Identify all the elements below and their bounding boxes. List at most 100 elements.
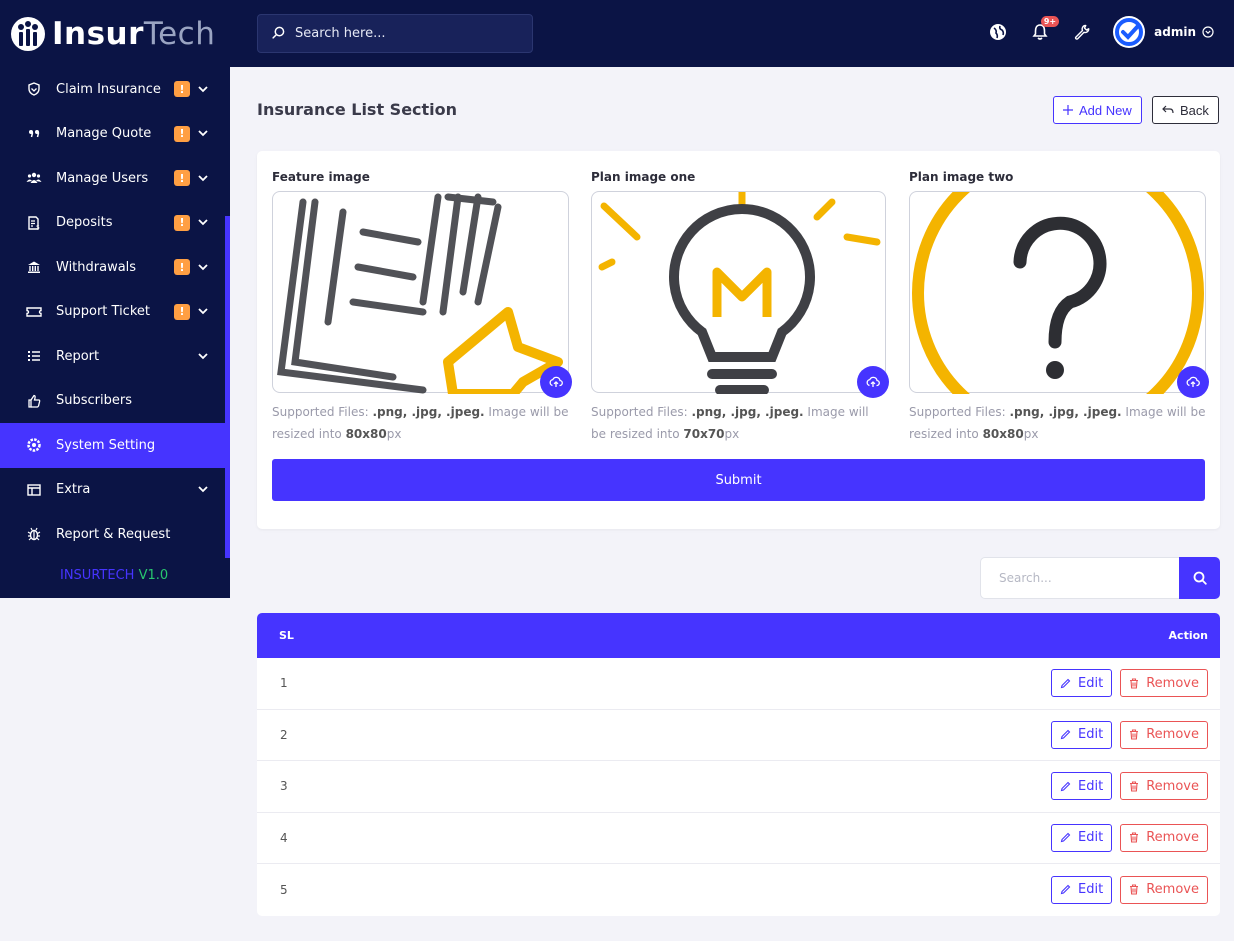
sidebar-item-withdrawals[interactable]: Withdrawals! [0,245,230,290]
cloud-upload-icon [1186,376,1200,387]
warning-badge: ! [174,170,190,187]
sidebar-item-manage-quote[interactable]: Manage Quote! [0,112,230,157]
chevron-down-icon[interactable] [1202,26,1214,38]
sidebar-item-label: Support Ticket [56,304,150,320]
row-sl: 3 [280,779,288,794]
sidebar-item-label: System Setting [56,437,156,453]
pencil-icon [1060,678,1071,689]
sidebar-item-manage-users[interactable]: Manage Users! [0,156,230,201]
sidebar-item-report-request[interactable]: Report & Request [0,512,230,557]
row-sl: 1 [280,676,288,691]
table-row: 3 Edit Remove [257,761,1220,813]
edit-button[interactable]: Edit [1051,875,1113,904]
edit-label: Edit [1078,830,1104,846]
topbar-actions: 9+ admin [967,14,1214,50]
avatar[interactable] [1113,16,1146,48]
globe-icon[interactable] [987,21,1009,43]
plan-image-two-upload: Plan image two Supported Files: .png, .j… [909,170,1209,445]
plan-image-one-upload: Plan image one Supported Files: .png, .j… [591,170,889,445]
brand-name: InsurTech [52,15,216,52]
trash-icon [1129,832,1139,843]
edit-button[interactable]: Edit [1051,772,1113,801]
chevron-down-icon [198,84,208,94]
page-title: Insurance List Section [257,100,458,119]
upload-cloud-button[interactable] [857,366,889,398]
image-preview[interactable] [909,191,1209,398]
sidebar: InsurTech Claim Insurance! Manage Quote! M… [0,0,230,598]
image-preview[interactable] [591,191,889,398]
edit-label: Edit [1078,778,1104,794]
wrench-icon[interactable] [1071,21,1093,43]
remove-label: Remove [1146,675,1199,691]
image-preview[interactable] [272,191,572,398]
shield-icon [26,81,42,97]
edit-button[interactable]: Edit [1051,720,1113,749]
logo-icon [10,16,46,52]
sidebar-item-subscribers[interactable]: Subscribers [0,379,230,424]
sidebar-item-system-setting[interactable]: System Setting [0,423,225,468]
table-search [980,557,1220,599]
edit-button[interactable]: Edit [1051,669,1113,698]
list-icon [26,348,42,364]
chevron-down-icon [198,218,208,228]
trash-icon [1129,729,1139,740]
pencil-icon [1060,832,1071,843]
user-name[interactable]: admin [1154,25,1196,39]
chevron-down-icon [198,351,208,361]
upload-label: Plan image one [591,170,696,184]
edit-button[interactable]: Edit [1051,823,1113,852]
sidebar-item-report[interactable]: Report [0,334,230,379]
upload-help-text: Supported Files: .png, .jpg, .jpeg. Imag… [272,405,569,441]
quote-icon [26,126,42,142]
warning-badge: ! [174,303,190,320]
pencil-icon [1060,729,1071,740]
question-mark-image [912,192,1204,394]
chevron-down-icon [198,307,208,317]
remove-button[interactable]: Remove [1120,669,1208,698]
remove-button[interactable]: Remove [1120,823,1208,852]
global-search-input[interactable] [295,26,515,41]
upload-cloud-button[interactable] [540,366,572,398]
sidebar-item-label: Report [56,348,100,364]
brand-logo[interactable]: InsurTech [0,0,230,67]
sidebar-scrollbar[interactable] [225,216,230,558]
chevron-down-icon [198,485,208,495]
invoice-icon: $ [26,215,42,231]
reply-arrow-icon [1162,103,1174,118]
sidebar-item-label: Manage Quote [56,126,152,142]
row-actions: Edit Remove [1043,720,1208,749]
add-new-label: Add New [1079,102,1132,118]
table-search-input[interactable] [980,557,1180,599]
bug-icon [26,526,42,542]
cloud-upload-icon [549,376,563,387]
add-new-button[interactable]: Add New [1053,96,1142,124]
chevron-down-icon [198,173,208,183]
trash-icon [1129,781,1139,792]
remove-button[interactable]: Remove [1120,772,1208,801]
sidebar-item-claim-insurance[interactable]: Claim Insurance! [0,67,230,112]
pencil-icon [1060,781,1071,792]
table-row: 1 Edit Remove [257,658,1220,710]
table-search-button[interactable] [1179,557,1220,599]
warning-badge: ! [174,214,190,231]
upload-cloud-button[interactable] [1177,366,1209,398]
remove-label: Remove [1146,727,1199,743]
sidebar-item-extra[interactable]: Extra [0,468,230,513]
remove-label: Remove [1146,882,1199,898]
sidebar-item-support-ticket[interactable]: Support Ticket! [0,290,230,335]
back-label: Back [1180,102,1209,118]
bell-icon[interactable]: 9+ [1029,16,1060,43]
users-icon [26,170,42,186]
column-header-action: Action [1168,629,1208,642]
back-button[interactable]: Back [1152,96,1219,124]
row-actions: Edit Remove [1043,772,1208,801]
edit-label: Edit [1078,675,1104,691]
remove-button[interactable]: Remove [1120,875,1208,904]
ticket-icon [26,304,42,320]
submit-button[interactable]: Submit [272,459,1205,501]
column-header-sl: SL [279,629,294,642]
remove-button[interactable]: Remove [1120,720,1208,749]
table-row: 5 Edit Remove [257,864,1220,916]
sidebar-item-deposits[interactable]: $ Deposits! [0,201,230,246]
sidebar-item-label: Claim Insurance [56,81,161,97]
